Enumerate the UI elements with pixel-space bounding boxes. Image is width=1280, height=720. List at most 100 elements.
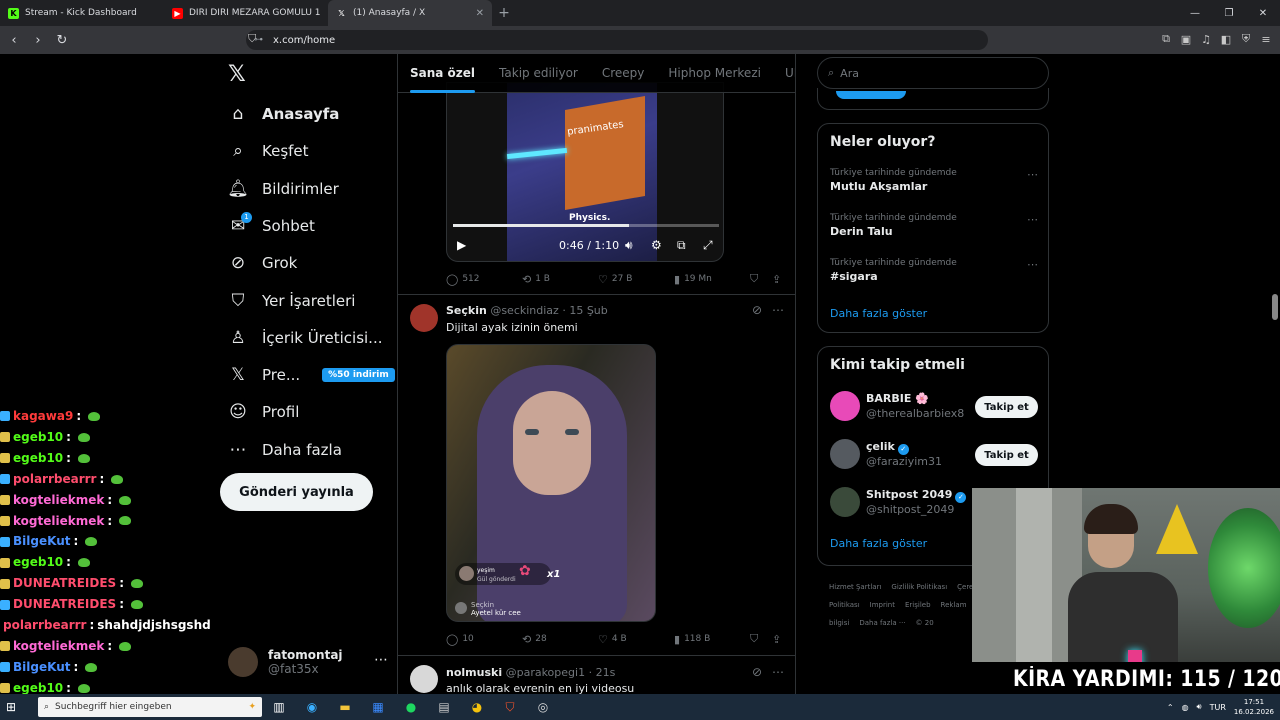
who-to-follow-item[interactable]: BARBIE 🌸 @therealbarbiex8 Takip et — [830, 391, 1040, 423]
post-button[interactable]: Gönderi yayınla — [220, 473, 373, 511]
post[interactable]: nolmuski @parakopegi1 · 21s ⊘ ⋯ anlık ol… — [398, 655, 795, 694]
chat-username[interactable]: polarrbearrr — [13, 469, 96, 490]
views-button[interactable]: ▮ 118 B — [674, 633, 710, 646]
grok-icon[interactable]: ⊘ — [752, 303, 762, 317]
show-more-link[interactable]: Daha fazla göster — [830, 537, 927, 550]
chat-username[interactable]: DUNEATREIDES — [13, 573, 116, 594]
show-more-link[interactable]: Daha fazla göster — [830, 307, 927, 320]
browser-tab-youtube[interactable]: ▶ DİRİ DİRİ MEZARA GÖMÜLÜ 1 SAAT — [164, 0, 328, 26]
x-logo-icon[interactable]: 𝕏 — [228, 62, 246, 87]
author-name[interactable]: Seçkin — [446, 304, 487, 317]
volume-icon[interactable]: 🔊︎ — [625, 238, 633, 253]
taskbar-search-input[interactable]: ⌕ Suchbegriff hier eingeben ✦ — [38, 697, 262, 717]
premium-promo-badge[interactable]: %50 indirim — [322, 368, 395, 383]
forward-icon[interactable]: › — [28, 33, 48, 48]
settings-gear-icon[interactable]: ⚙ — [651, 238, 662, 252]
share-button[interactable]: ⇪ — [772, 273, 781, 286]
chat-username[interactable]: kogteliekmek — [13, 490, 104, 511]
more-icon[interactable]: ⋯ — [1027, 258, 1038, 271]
like-button[interactable]: ♡ 4 B — [598, 633, 627, 646]
bookmark-button[interactable]: ⛉ — [750, 272, 758, 286]
more-icon[interactable]: ⋯ — [772, 303, 784, 317]
more-icon[interactable]: ⋯ — [1027, 168, 1038, 181]
repost-button[interactable]: ⟲ 1 B — [522, 273, 550, 286]
share-button[interactable]: ⇪ — [772, 633, 781, 646]
chat-username[interactable]: egeb10 — [13, 448, 63, 469]
edge-icon[interactable]: ◉ — [301, 697, 323, 717]
video-player[interactable]: pranimates Physics. ▶ 0:46 / 1:10 🔊︎ ⚙ ⧉… — [446, 82, 724, 262]
obs-icon[interactable]: ◎ — [532, 697, 554, 717]
close-window-icon[interactable]: ✕ — [1246, 0, 1280, 26]
store-icon[interactable]: ▦ — [367, 697, 389, 717]
timeline-tab-1[interactable]: Takip ediliyor — [487, 54, 590, 93]
bookmark-button[interactable]: ⛉ — [750, 632, 758, 646]
language-indicator[interactable]: TUR — [1210, 703, 1226, 712]
author-handle[interactable]: @seckindiaz — [490, 304, 559, 317]
search-input[interactable]: ⌕ Ara — [817, 57, 1049, 89]
views-button[interactable]: ▮ 19 Mn — [674, 273, 712, 286]
timeline-tab-0[interactable]: Sana özel — [398, 54, 487, 93]
timeline-tab-2[interactable]: Creepy — [590, 54, 657, 93]
file-explorer-icon[interactable]: ▬ — [334, 697, 356, 717]
media-icon[interactable]: ♫ — [1200, 30, 1212, 48]
chat-username[interactable]: kagawa9 — [13, 406, 73, 427]
url-field[interactable]: ⊶ x.com/home — [246, 30, 988, 50]
calculator-icon[interactable]: ▤ — [433, 697, 455, 717]
page-scrollbar[interactable] — [1272, 294, 1278, 320]
footer-link[interactable]: Daha fazla ··· — [859, 619, 905, 627]
minimize-icon[interactable]: — — [1178, 0, 1212, 26]
video-player[interactable]: yeşim Gül gönderdi ✿ x1 Seçkin Ayetel kü… — [446, 344, 656, 622]
chat-username[interactable]: polarrbearrr — [3, 615, 86, 636]
pip-icon[interactable]: ⧉ — [677, 238, 686, 253]
nav-item-1[interactable]: ⌕ Keşfet — [228, 133, 308, 169]
timeline-tab-4[interactable]: UFC TR — [773, 54, 795, 93]
reload-icon[interactable]: ↻ — [52, 33, 72, 48]
new-tab-button[interactable]: + — [492, 0, 516, 26]
video-progress-bar[interactable] — [453, 224, 719, 227]
chat-username[interactable]: egeb10 — [13, 427, 63, 448]
repost-button[interactable]: ⟲ 28 — [522, 633, 547, 646]
more-icon[interactable]: ⋯ — [1027, 213, 1038, 226]
nav-item-4[interactable]: ⊘ Grok — [228, 245, 297, 281]
nav-item-5[interactable]: ⛉ Yer İşaretleri — [228, 283, 356, 319]
trend-item[interactable]: Türkiye tarihinde gündemde #sigara ⋯ — [830, 258, 1040, 283]
play-icon[interactable]: ▶ — [457, 238, 466, 252]
nav-item-7[interactable]: 𝕏 Pre... %50 indirim — [228, 357, 395, 393]
more-icon[interactable]: ⋯ — [772, 665, 784, 679]
timeline-tab-3[interactable]: Hiphop Merkezi — [656, 54, 773, 93]
chat-username[interactable]: kogteliekmek — [13, 511, 104, 532]
follow-button[interactable]: Takip et — [975, 396, 1038, 418]
brave-icon[interactable]: ⛉ — [499, 697, 521, 717]
volume-icon[interactable]: 🔊︎ — [1197, 702, 1202, 712]
reply-button[interactable]: ◯ 512 — [446, 273, 480, 286]
browser-tab-x[interactable]: 𝕏 (1) Anasayfa / X ✕ — [328, 0, 492, 26]
task-view-icon[interactable]: ▥ — [268, 697, 290, 717]
footer-link[interactable]: © 20 — [916, 619, 934, 627]
subscribe-button[interactable] — [836, 91, 906, 99]
sidebar-icon[interactable]: ◧ — [1220, 30, 1232, 48]
like-button[interactable]: ♡ 27 B — [598, 273, 632, 286]
nav-item-2[interactable]: 🔔︎ Bildirimler — [227, 171, 339, 207]
network-icon[interactable]: ◍ — [1182, 703, 1189, 712]
extensions-icon[interactable]: ⧉ — [1160, 30, 1172, 48]
more-icon[interactable]: ⋯ — [374, 652, 388, 668]
who-to-follow-item[interactable]: çelik ✓ @faraziyim31 Takip et — [830, 439, 1040, 471]
spotify-icon[interactable]: ● — [400, 697, 422, 717]
back-icon[interactable]: ‹ — [4, 33, 24, 48]
reply-button[interactable]: ◯ 10 — [446, 633, 474, 646]
clock[interactable]: 17:51 16.02.2026 — [1234, 697, 1274, 717]
tray-chevron-icon[interactable]: ⌃ — [1167, 703, 1174, 712]
account-switcher[interactable]: fatomontaj @fat35x ⋯ — [228, 644, 388, 680]
nav-item-3[interactable]: ✉ 1 Sohbet — [228, 208, 315, 244]
footer-link[interactable]: Imprint — [870, 601, 895, 609]
footer-link[interactable]: Erişileb — [905, 601, 931, 609]
chat-username[interactable]: kogteliekmek — [13, 636, 104, 657]
close-tab-icon[interactable]: ✕ — [476, 8, 484, 19]
trend-item[interactable]: Türkiye tarihinde gündemde Derin Talu ⋯ — [830, 213, 1040, 238]
chat-username[interactable]: egeb10 — [13, 552, 63, 573]
browser-tab-kick[interactable]: K Stream - Kick Dashboard — [0, 0, 164, 26]
chat-username[interactable]: BilgeKut — [13, 531, 70, 552]
shield-icon[interactable]: ⛨ — [1240, 30, 1252, 48]
author-handle[interactable]: @parakopegi1 — [506, 666, 585, 679]
chrome-icon[interactable]: ◕ — [466, 697, 488, 717]
